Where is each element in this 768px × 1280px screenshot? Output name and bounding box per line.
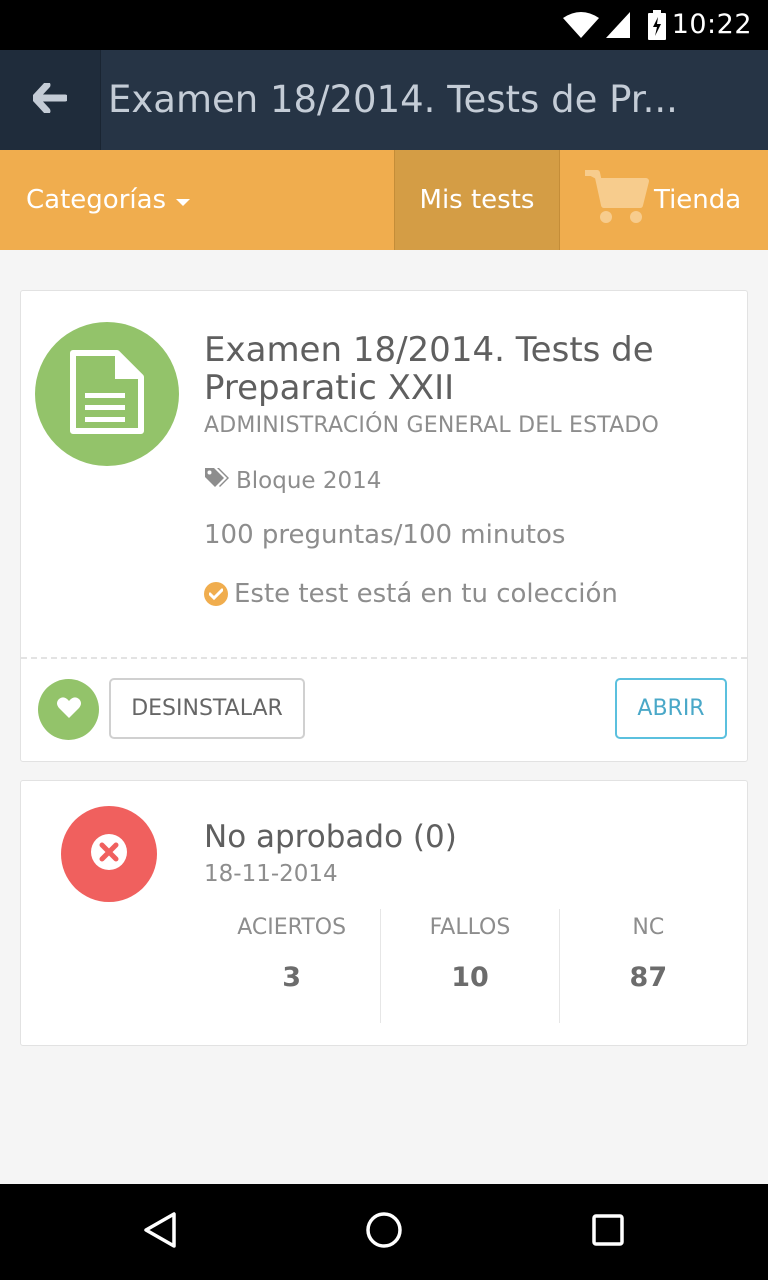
tab-my-tests[interactable]: Mis tests bbox=[394, 150, 560, 250]
page-title: Examen 18/2014. Tests de Pr... bbox=[108, 78, 678, 121]
battery-icon bbox=[648, 10, 666, 44]
stat-wrong: FALLOS 10 bbox=[381, 909, 560, 1023]
back-button[interactable] bbox=[0, 50, 101, 150]
stat-unanswered: NC 87 bbox=[560, 909, 737, 1023]
result-stats: ACIERTOS 3 FALLOS 10 NC 87 bbox=[203, 909, 737, 1023]
signal-icon bbox=[604, 10, 632, 44]
test-tag: Bloque 2014 bbox=[204, 467, 381, 495]
categories-label: Categorías bbox=[26, 185, 167, 215]
result-date: 18-11-2014 bbox=[204, 861, 338, 887]
result-title: No aprobado (0) bbox=[204, 819, 457, 855]
nav-home-button[interactable] bbox=[356, 1204, 412, 1260]
store-label: Tienda bbox=[654, 185, 742, 215]
my-tests-label: Mis tests bbox=[419, 185, 535, 215]
tab-store[interactable]: Tienda bbox=[582, 150, 741, 250]
ownership-status: Este test está en tu colección bbox=[204, 579, 618, 609]
test-category: ADMINISTRACIÓN GENERAL DEL ESTADO bbox=[204, 413, 660, 438]
result-card: No aprobado (0) 18-11-2014 ACIERTOS 3 FA… bbox=[20, 780, 748, 1046]
times-circle-icon bbox=[90, 833, 128, 875]
system-nav-bar bbox=[0, 1184, 768, 1280]
status-bar: 10:22 bbox=[0, 0, 768, 50]
heart-icon bbox=[56, 696, 82, 724]
app-bar: Examen 18/2014. Tests de Pr... bbox=[0, 50, 768, 150]
stat-label: NC bbox=[632, 915, 665, 940]
triangle-back-icon bbox=[140, 1210, 180, 1254]
status-time: 10:22 bbox=[671, 9, 752, 40]
stat-correct: ACIERTOS 3 bbox=[203, 909, 382, 1023]
test-meta: 100 preguntas/100 minutos bbox=[204, 520, 566, 550]
square-recents-icon bbox=[588, 1210, 628, 1254]
nav-back-button[interactable] bbox=[132, 1204, 188, 1260]
stat-value: 10 bbox=[451, 962, 489, 993]
result-status-avatar bbox=[61, 806, 157, 902]
wifi-icon bbox=[562, 10, 600, 44]
document-icon bbox=[69, 349, 145, 439]
ownership-text: Este test está en tu colección bbox=[234, 579, 618, 609]
stat-label: FALLOS bbox=[429, 915, 511, 940]
stat-value: 3 bbox=[282, 962, 302, 993]
test-card: Examen 18/2014. Tests de Preparatic XXII… bbox=[20, 290, 748, 762]
check-circle-icon bbox=[204, 582, 228, 606]
test-avatar bbox=[35, 322, 179, 466]
uninstall-button[interactable]: DESINSTALAR bbox=[109, 678, 305, 739]
top-nav: Categorías Mis tests Tienda bbox=[0, 150, 768, 250]
stat-label: ACIERTOS bbox=[237, 915, 347, 940]
arrow-left-icon bbox=[31, 81, 69, 117]
circle-home-icon bbox=[364, 1210, 404, 1254]
tags-icon bbox=[204, 467, 236, 495]
tag-label: Bloque 2014 bbox=[236, 468, 382, 494]
shopping-cart-icon bbox=[582, 167, 652, 234]
test-title: Examen 18/2014. Tests de Preparatic XXII bbox=[204, 330, 654, 408]
nav-recents-button[interactable] bbox=[580, 1204, 636, 1260]
favorite-button[interactable] bbox=[38, 679, 99, 740]
card-divider bbox=[21, 657, 747, 659]
stat-value: 87 bbox=[629, 962, 668, 993]
caret-down-icon bbox=[176, 198, 191, 206]
open-button[interactable]: ABRIR bbox=[615, 678, 727, 739]
categories-dropdown[interactable]: Categorías bbox=[26, 150, 191, 250]
